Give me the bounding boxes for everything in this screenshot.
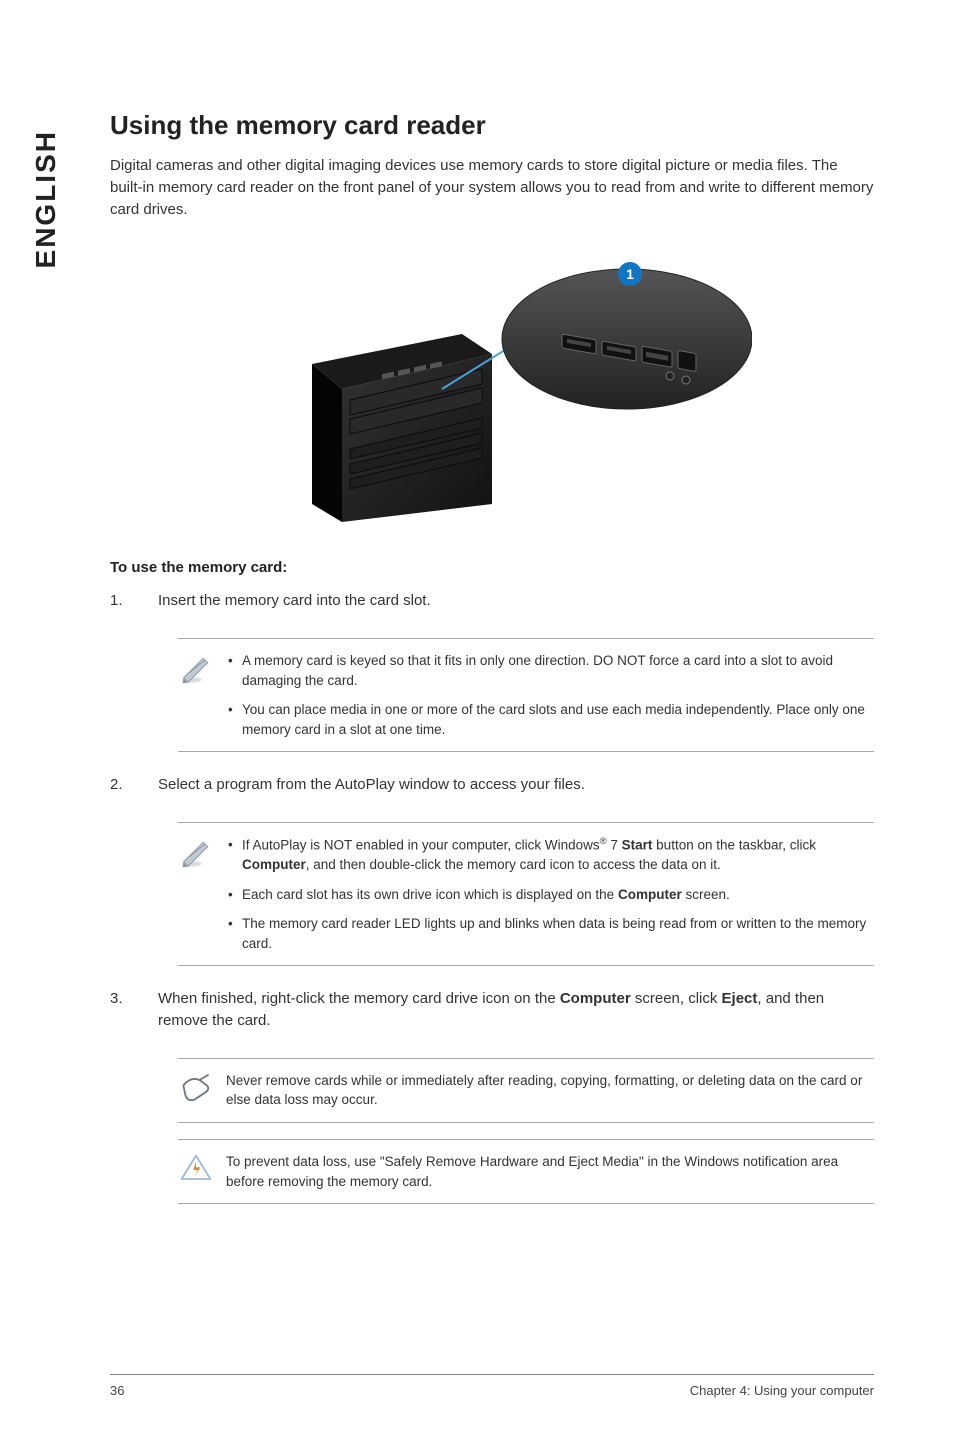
product-figure: 1: [110, 244, 874, 529]
step-3: When finished, right-click the memory ca…: [110, 988, 874, 1032]
note-2-content: If AutoPlay is NOT enabled in your compu…: [226, 831, 874, 957]
page-footer: 36 Chapter 4: Using your computer: [0, 1374, 954, 1398]
note-2-bullet-2: Each card slot has its own drive icon wh…: [226, 885, 868, 905]
note-3-content: Never remove cards while or immediately …: [226, 1067, 874, 1114]
note-pencil-icon: [178, 647, 226, 692]
note-lightning-icon: [178, 1148, 226, 1193]
note-2-bullet-3: The memory card reader LED lights up and…: [226, 914, 868, 953]
note-1-bullet-1: A memory card is keyed so that it fits i…: [226, 651, 868, 690]
chapter-label: Chapter 4: Using your computer: [690, 1383, 874, 1398]
note-hand-icon: [178, 1067, 226, 1112]
steps-heading: To use the memory card:: [110, 559, 874, 576]
note-2-bullet-1: If AutoPlay is NOT enabled in your compu…: [226, 835, 868, 875]
note-4-content: To prevent data loss, use "Safely Remove…: [226, 1148, 874, 1195]
language-tab: ENGLISH: [30, 130, 62, 268]
note-1-bullet-2: You can place media in one or more of th…: [226, 700, 868, 739]
note-1-content: A memory card is keyed so that it fits i…: [226, 647, 874, 743]
step-1: Insert the memory card into the card slo…: [110, 590, 874, 612]
section-title: Using the memory card reader: [110, 110, 874, 141]
step-2: Select a program from the AutoPlay windo…: [110, 774, 874, 796]
intro-paragraph: Digital cameras and other digital imagin…: [110, 155, 874, 220]
note-pencil-icon: [178, 831, 226, 876]
page-number: 36: [110, 1383, 124, 1398]
callout-number: 1: [626, 266, 634, 282]
